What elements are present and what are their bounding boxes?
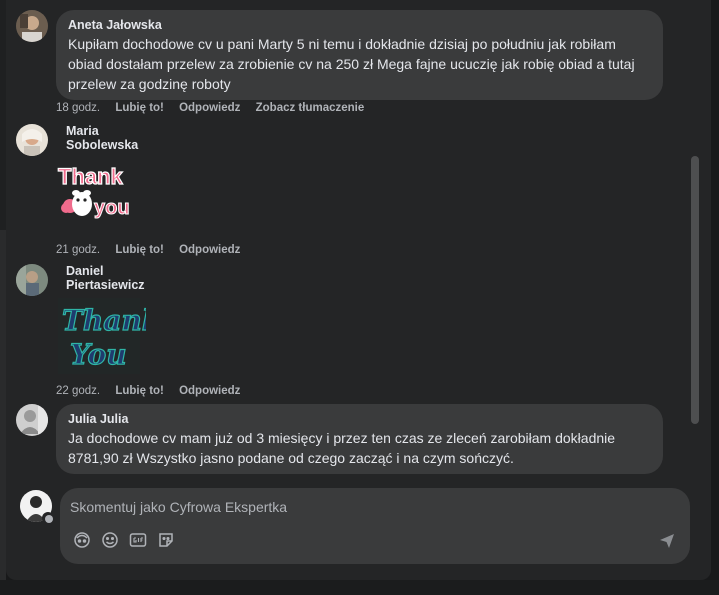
- comment-composer: [20, 488, 700, 568]
- like-button[interactable]: Lubię to!: [115, 102, 164, 114]
- comments-panel: Aneta Jałowska Kupiłam dochodowe cv u pa…: [6, 0, 711, 580]
- avatar[interactable]: [16, 404, 48, 436]
- comment-text: Ja dochodowe cv mam już od 3 miesięcy i …: [68, 430, 616, 466]
- comment-bubble: Aneta Jałowska Kupiłam dochodowe cv u pa…: [56, 10, 663, 100]
- scrollbar[interactable]: [691, 150, 699, 430]
- thank-you-sticker: Thank you: [56, 156, 146, 226]
- comment-time[interactable]: 21 godz.: [56, 244, 100, 256]
- background-bottom-strip: [0, 580, 719, 595]
- reply-button[interactable]: Odpowiedz: [179, 102, 240, 114]
- comment-time[interactable]: 18 godz.: [56, 102, 100, 114]
- send-icon[interactable]: [658, 532, 676, 550]
- avatar[interactable]: [16, 264, 48, 296]
- comment-time[interactable]: 22 godz.: [56, 385, 100, 397]
- comment-text: Kupiłam dochodowe cv u pani Marty 5 ni t…: [68, 36, 635, 92]
- status-indicator: [42, 512, 54, 524]
- avatar[interactable]: [16, 124, 48, 156]
- like-button[interactable]: Lubię to!: [115, 385, 164, 397]
- gif-icon[interactable]: [128, 530, 148, 550]
- comment-author[interactable]: Julia Julia: [68, 412, 651, 426]
- comment-input[interactable]: [70, 496, 630, 518]
- translate-button[interactable]: Zobacz tłumaczenie: [256, 102, 365, 114]
- comment-actions: 22 godz. Lubię to! Odpowiedz: [56, 385, 252, 397]
- avatar-sticker-icon[interactable]: [72, 530, 92, 550]
- comment-input-box: [60, 488, 690, 564]
- comment-author[interactable]: Maria Sobolewska: [66, 124, 138, 152]
- sticker-text-you: You: [70, 338, 127, 371]
- comment-bubble: Julia Julia Ja dochodowe cv mam już od 3…: [56, 404, 663, 474]
- reply-button[interactable]: Odpowiedz: [179, 244, 240, 256]
- emoji-icon[interactable]: [100, 530, 120, 550]
- sticker-text-thank: Thank: [58, 164, 124, 189]
- avatar[interactable]: [16, 10, 48, 42]
- comment-actions: 21 godz. Lubię to! Odpowiedz: [56, 244, 252, 256]
- comment-actions: 18 godz. Lubię to! Odpowiedz Zobacz tłum…: [56, 102, 376, 114]
- sticker-text-thank: Thank: [62, 304, 146, 337]
- scrollbar-thumb[interactable]: [691, 156, 699, 424]
- thank-you-sticker: Thank You: [56, 296, 162, 376]
- comment-author[interactable]: Aneta Jałowska: [68, 18, 651, 32]
- sticker-text-you: you: [94, 197, 130, 219]
- comments-list[interactable]: Aneta Jałowska Kupiłam dochodowe cv u pa…: [6, 0, 711, 478]
- comment-author[interactable]: Daniel Piertasiewicz: [66, 264, 145, 292]
- like-button[interactable]: Lubię to!: [115, 244, 164, 256]
- sticker-icon[interactable]: [156, 530, 176, 550]
- reply-button[interactable]: Odpowiedz: [179, 385, 240, 397]
